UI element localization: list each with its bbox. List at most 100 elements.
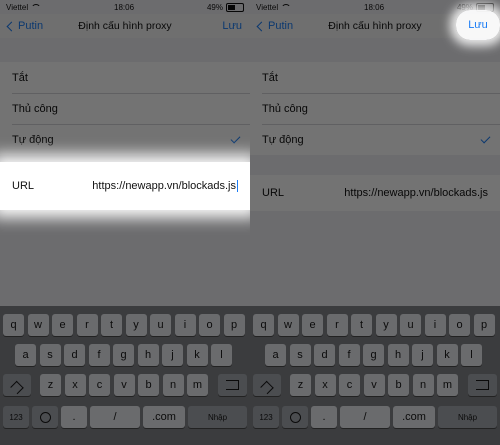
key-b[interactable]: b	[388, 374, 409, 396]
key-u[interactable]: u	[400, 314, 421, 336]
key-h[interactable]: h	[137, 344, 159, 366]
url-input[interactable]: https://newapp.vn/blockads.js	[92, 180, 236, 192]
back-button[interactable]: Putin	[6, 14, 43, 38]
key-e[interactable]: e	[302, 314, 323, 336]
key-v[interactable]: v	[363, 374, 385, 396]
key-n[interactable]: n	[162, 374, 184, 396]
back-label: Putin	[268, 20, 294, 32]
option-auto[interactable]: Tự động	[0, 124, 250, 155]
return-key[interactable]: Nhập	[188, 406, 247, 428]
key-a[interactable]: a	[265, 344, 286, 366]
option-off[interactable]: Tắt	[0, 62, 250, 93]
key-r[interactable]: r	[326, 314, 348, 336]
key-f[interactable]: f	[338, 344, 360, 366]
dot-key[interactable]: .	[61, 406, 87, 428]
clock: 18:06	[114, 2, 135, 12]
key-y[interactable]: y	[125, 314, 147, 336]
option-auto[interactable]: Tự động	[250, 124, 500, 155]
key-m[interactable]: m	[437, 374, 458, 396]
key-l[interactable]: l	[461, 344, 482, 366]
key-g[interactable]: g	[363, 344, 384, 366]
carrier: Viettel	[6, 2, 29, 12]
keyboard-keys: q w e r t y u i o p a s d f g h j k l z x c v b n m 123. / .com Nhập	[250, 306, 500, 445]
slash-key[interactable]: /	[340, 406, 390, 428]
key-l[interactable]: l	[211, 344, 232, 366]
key-w[interactable]: w	[27, 314, 49, 336]
shift-icon	[10, 380, 24, 394]
key-y[interactable]: y	[375, 314, 397, 336]
key-k[interactable]: k	[436, 344, 458, 366]
slash-key[interactable]: /	[90, 406, 140, 428]
globe-icon	[39, 411, 51, 423]
key-q[interactable]: q	[3, 314, 24, 336]
key-o[interactable]: o	[449, 314, 470, 336]
key-s[interactable]: s	[39, 344, 61, 366]
key-n[interactable]: n	[412, 374, 434, 396]
key-q[interactable]: q	[253, 314, 274, 336]
dotcom-key[interactable]: .com	[393, 406, 435, 428]
key-z[interactable]: z	[40, 374, 61, 396]
key-f[interactable]: f	[88, 344, 110, 366]
text-cursor	[237, 180, 238, 193]
dot-key[interactable]: .	[311, 406, 337, 428]
globe-key[interactable]	[282, 406, 308, 428]
key-x[interactable]: x	[314, 374, 336, 396]
key-h[interactable]: h	[387, 344, 409, 366]
key-a[interactable]: a	[15, 344, 36, 366]
backspace-key[interactable]	[218, 374, 247, 396]
url-input[interactable]: https://newapp.vn/blockads.js	[344, 187, 488, 199]
return-key[interactable]: Nhập	[438, 406, 497, 428]
backspace-icon	[226, 380, 239, 390]
key-v[interactable]: v	[113, 374, 135, 396]
key-r[interactable]: r	[76, 314, 98, 336]
key-x[interactable]: x	[64, 374, 86, 396]
key-c[interactable]: c	[89, 374, 110, 396]
proxy-mode-list: Tắt Thủ công Tự động	[250, 62, 500, 155]
option-label: Tự động	[262, 133, 304, 146]
url-label: URL	[262, 187, 285, 199]
checkmark-icon	[230, 133, 241, 144]
key-u[interactable]: u	[150, 314, 171, 336]
key-w[interactable]: w	[277, 314, 299, 336]
key-m[interactable]: m	[187, 374, 208, 396]
key-j[interactable]: j	[162, 344, 183, 366]
shift-key[interactable]	[253, 374, 281, 396]
key-d[interactable]: d	[314, 344, 335, 366]
numbers-key[interactable]: 123	[3, 406, 29, 428]
key-o[interactable]: o	[199, 314, 220, 336]
save-button[interactable]: Lưu	[222, 14, 242, 38]
chevron-left-icon	[6, 21, 17, 31]
save-button-highlighted[interactable]: Lưu	[456, 10, 500, 40]
option-off[interactable]: Tắt	[250, 62, 500, 93]
key-b[interactable]: b	[138, 374, 159, 396]
globe-key[interactable]	[32, 406, 58, 428]
option-manual[interactable]: Thủ công	[0, 93, 250, 124]
key-g[interactable]: g	[113, 344, 134, 366]
key-j[interactable]: j	[412, 344, 433, 366]
dotcom-key[interactable]: .com	[143, 406, 185, 428]
proxy-mode-list: Tắt Thủ công Tự động	[0, 62, 250, 155]
key-e[interactable]: e	[52, 314, 73, 336]
key-z[interactable]: z	[290, 374, 311, 396]
back-button[interactable]: Putin	[256, 14, 293, 38]
key-i[interactable]: i	[424, 314, 446, 336]
screen-pair: Viettel 18:06 49% Putin Định cấu hình pr…	[0, 0, 500, 445]
key-s[interactable]: s	[289, 344, 311, 366]
option-manual[interactable]: Thủ công	[250, 93, 500, 124]
keyboard-keys: q w e r t y u i o p a s d f g h j k l z x c v b n m 123. / .com Nhập	[0, 306, 250, 445]
url-field-highlighted[interactable]: URL https://newapp.vn/blockads.js	[0, 162, 250, 210]
key-t[interactable]: t	[101, 314, 122, 336]
key-k[interactable]: k	[186, 344, 208, 366]
shift-key[interactable]	[3, 374, 31, 396]
option-label: Tắt	[12, 71, 28, 84]
key-i[interactable]: i	[174, 314, 196, 336]
key-t[interactable]: t	[351, 314, 372, 336]
option-label: Tắt	[262, 71, 278, 84]
url-row[interactable]: URL https://newapp.vn/blockads.js	[250, 175, 500, 211]
key-p[interactable]: p	[473, 314, 495, 336]
backspace-key[interactable]	[468, 374, 497, 396]
key-p[interactable]: p	[223, 314, 245, 336]
key-c[interactable]: c	[339, 374, 360, 396]
key-d[interactable]: d	[64, 344, 85, 366]
numbers-key[interactable]: 123	[253, 406, 279, 428]
